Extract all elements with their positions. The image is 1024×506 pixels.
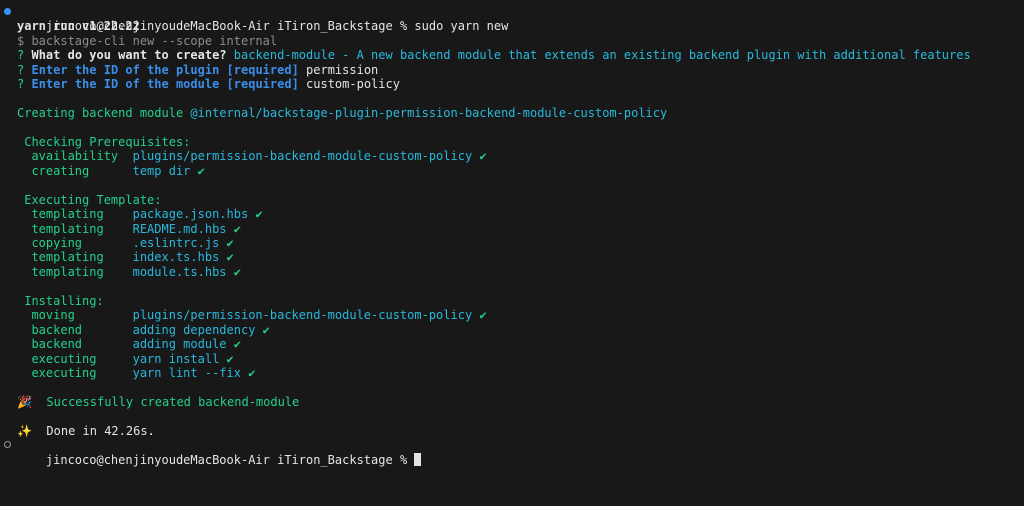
sparkles-icon: ✨ [17, 423, 32, 438]
creating-line: Creating backend module @internal/backst… [0, 106, 1024, 120]
check-icon: ✔ [226, 250, 234, 265]
question-line: ? What do you want to create? backend-mo… [0, 48, 1024, 62]
section-row: templating index.ts.hbs ✔ [0, 250, 1024, 264]
section-title: Executing Template: [24, 192, 162, 207]
row-action: executing [31, 365, 97, 380]
question-answer: permission [306, 62, 379, 77]
section-row: backend adding dependency ✔ [0, 323, 1024, 337]
done-text: Done in 42.26s. [46, 423, 155, 438]
section-row: templating module.ts.hbs ✔ [0, 265, 1024, 279]
creating-text: Creating backend module [17, 106, 184, 121]
row-action: executing [31, 351, 97, 366]
check-icon: ✔ [262, 322, 270, 337]
prompt-cwd: iTiron_Backstage [277, 452, 393, 467]
row-target: plugins/permission-backend-module-custom… [132, 149, 473, 164]
section-row: copying .eslintrc.js ✔ [0, 236, 1024, 250]
terminal-window[interactable]: jincoco@chenjinyoudeMacBook-Air iTiron_B… [0, 0, 1024, 506]
check-icon: ✔ [197, 163, 205, 178]
question-required: [required] [226, 77, 299, 92]
row-target: README.md.hbs [132, 221, 227, 236]
row-target: .eslintrc.js [132, 236, 220, 250]
prompt-user-host: jincoco@chenjinyoudeMacBook-Air [45, 452, 270, 467]
question-label: Enter the ID of the plugin [31, 62, 220, 77]
row-action: templating [31, 207, 104, 222]
row-action: availability [31, 149, 119, 164]
final-prompt-line[interactable]: jincoco@chenjinyoudeMacBook-Air iTiron_B… [0, 438, 1024, 467]
row-target: module.ts.hbs [132, 264, 227, 279]
row-target: index.ts.hbs [132, 250, 220, 265]
section-title: Checking Prerequisites: [24, 134, 191, 149]
question-answer: custom-policy [306, 77, 400, 92]
success-text: Successfully created backend-module [46, 394, 300, 409]
done-line: ✨ Done in 42.26s. [0, 424, 1024, 438]
row-action: templating [31, 221, 104, 236]
question-mark: ? [17, 77, 25, 92]
row-target: temp dir [132, 163, 191, 178]
check-icon: ✔ [226, 351, 234, 366]
command-line: jincoco@chenjinyoudeMacBook-Air iTiron_B… [0, 5, 1024, 33]
check-icon: ✔ [248, 365, 256, 380]
row-action: backend [31, 322, 83, 337]
question-line: ? Enter the ID of the plugin [required] … [0, 63, 1024, 77]
question-label: Enter the ID of the module [31, 77, 220, 92]
section-row: executing yarn install ✔ [0, 352, 1024, 366]
section-row: availability plugins/permission-backend-… [0, 149, 1024, 163]
check-icon: ✔ [233, 264, 241, 279]
section-row: executing yarn lint --fix ✔ [0, 366, 1024, 380]
row-target: adding module [132, 337, 227, 352]
row-action: backend [31, 337, 83, 352]
terminal-cursor[interactable] [414, 452, 422, 466]
question-answer: backend-module - A new backend module th… [233, 48, 971, 63]
check-icon: ✔ [233, 221, 241, 236]
section-title: Installing: [24, 293, 104, 308]
check-icon: ✔ [226, 236, 234, 250]
row-action: templating [31, 264, 104, 279]
yarn-version-line: yarn run v1.22.22 [17, 19, 140, 34]
prompt-symbol: % [399, 452, 408, 467]
section-row: templating package.json.hbs ✔ [0, 207, 1024, 221]
question-mark: ? [17, 62, 25, 77]
creating-package: @internal/backstage-plugin-permission-ba… [190, 106, 668, 121]
party-popper-icon: 🎉 [17, 394, 32, 409]
section-row: moving plugins/permission-backend-module… [0, 308, 1024, 322]
command-status-dot-icon[interactable] [4, 8, 11, 15]
question-label: What do you want to create? [31, 48, 227, 63]
question-required: [required] [226, 62, 299, 77]
question-mark: ? [17, 48, 25, 63]
row-target: package.json.hbs [132, 207, 249, 222]
row-target: yarn install [132, 351, 220, 366]
row-target: plugins/permission-backend-module-custom… [132, 308, 473, 323]
section-row: creating temp dir ✔ [0, 164, 1024, 178]
section-row: templating README.md.hbs ✔ [0, 222, 1024, 236]
prompt-status-dot-icon[interactable] [4, 441, 11, 449]
check-icon: ✔ [255, 207, 263, 222]
row-action: creating [31, 163, 90, 178]
row-action: copying [31, 236, 83, 250]
check-icon: ✔ [479, 149, 487, 164]
section-row: backend adding module ✔ [0, 337, 1024, 351]
row-target: yarn lint --fix [132, 365, 241, 380]
cli-command-line: $ backstage-cli new --scope internal [17, 33, 278, 48]
question-line: ? Enter the ID of the module [required] … [0, 77, 1024, 91]
success-line: 🎉 Successfully created backend-module [0, 395, 1024, 409]
row-action: moving [31, 308, 75, 323]
check-icon: ✔ [479, 308, 487, 323]
row-action: templating [31, 250, 104, 265]
row-target: adding dependency [132, 322, 256, 337]
check-icon: ✔ [233, 337, 241, 352]
